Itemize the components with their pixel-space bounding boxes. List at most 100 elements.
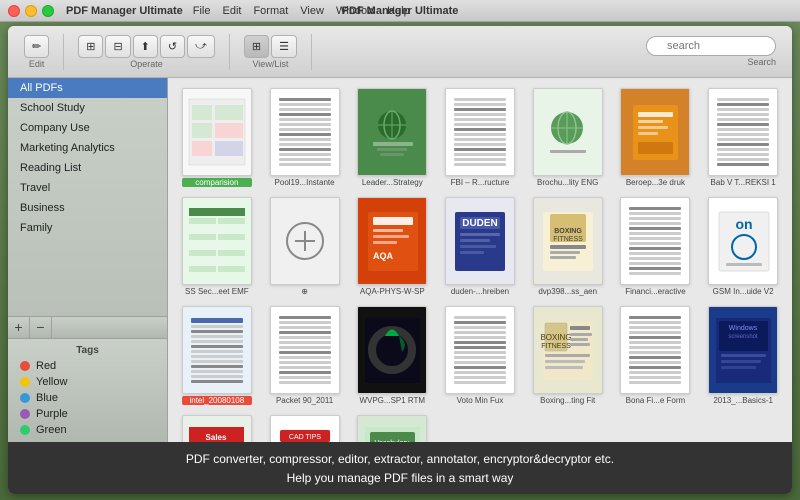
thumb-content bbox=[628, 100, 683, 165]
list-item[interactable]: BOXING FITNESS dvp398...ss_aen bbox=[527, 195, 609, 298]
operate-label: Operate bbox=[130, 59, 163, 69]
sidebar-item-marketing[interactable]: Marketing Analytics bbox=[8, 138, 167, 158]
list-item[interactable]: Sales Sales Represen... bbox=[176, 413, 258, 442]
thumb-content bbox=[275, 92, 335, 172]
list-item[interactable]: Brochu...lity ENG bbox=[527, 86, 609, 189]
list-item[interactable]: intel_20080108 bbox=[176, 304, 258, 407]
list-item[interactable]: Vocabulary Cards csg1vc bbox=[351, 413, 433, 442]
tag-red[interactable]: Red bbox=[8, 358, 167, 374]
sidebar-item-all-pdfs[interactable]: All PDFs bbox=[8, 78, 167, 98]
menu-format[interactable]: Format bbox=[253, 5, 288, 17]
tag-yellow[interactable]: Yellow bbox=[8, 374, 167, 390]
svg-text:screenshot: screenshot bbox=[728, 334, 758, 340]
pdf-thumb bbox=[270, 306, 340, 394]
svg-text:CAD TIPS: CAD TIPS bbox=[289, 434, 321, 441]
svg-text:DUDEN: DUDEN bbox=[463, 218, 499, 229]
op-cols-btn[interactable]: ⊟ bbox=[105, 35, 130, 58]
list-item[interactable]: Pool19...Instante bbox=[264, 86, 346, 189]
sidebar-item-company-use[interactable]: Company Use bbox=[8, 118, 167, 138]
list-item[interactable]: FBI – R...ructure bbox=[439, 86, 521, 189]
pdf-label: dvp398...ss_aen bbox=[533, 287, 603, 296]
pdf-label: comparision bbox=[182, 178, 252, 187]
thumb-content bbox=[540, 100, 595, 165]
pdf-thumb bbox=[357, 306, 427, 394]
view-list-btn[interactable]: ☰ bbox=[271, 35, 297, 58]
bottom-line2: Help you manage PDF files in a smart way bbox=[8, 469, 792, 488]
sidebar-item-travel[interactable]: Travel bbox=[8, 178, 167, 198]
list-item[interactable]: Bona Fi...e Form bbox=[615, 304, 697, 407]
list-item[interactable]: SS Sec...eet EMF bbox=[176, 195, 258, 298]
thumb-content: Vocabulary Cards bbox=[365, 427, 420, 442]
view-grid-btn[interactable]: ⊞ bbox=[244, 35, 269, 58]
sidebar-item-business[interactable]: Business bbox=[8, 198, 167, 218]
pdf-thumb bbox=[445, 306, 515, 394]
thumb-content bbox=[450, 310, 510, 390]
toolbar: ✏ Edit ⊞ ⊟ ⬆ ↺ ⤻ Operate ⊞ ☰ View/List bbox=[8, 26, 792, 78]
list-item[interactable]: comparision bbox=[176, 86, 258, 189]
list-item[interactable]: CAD TIPS pdf_cadtips bbox=[264, 413, 346, 442]
list-item[interactable]: Beroep...3e druk bbox=[615, 86, 697, 189]
pdf-label: Voto Min Fux bbox=[445, 396, 515, 405]
search-label: Search bbox=[747, 57, 776, 67]
pdf-thumb: BOXING FITNESS bbox=[533, 306, 603, 394]
maximize-button[interactable] bbox=[42, 5, 54, 17]
op-refresh-btn[interactable]: ⤻ bbox=[187, 35, 215, 58]
tag-purple[interactable]: Purple bbox=[8, 406, 167, 422]
op-grid-btn[interactable]: ⊞ bbox=[78, 35, 103, 58]
edit-button[interactable]: ✏ bbox=[24, 35, 49, 58]
list-item[interactable]: Financi...eractive bbox=[615, 195, 697, 298]
tag-purple-label: Purple bbox=[36, 408, 68, 420]
svg-text:AQA: AQA bbox=[373, 251, 394, 261]
pdf-label: duden-...hreiben bbox=[445, 287, 515, 296]
list-item[interactable]: AQA AQA-PHYS-W-SP bbox=[351, 195, 433, 298]
tag-yellow-dot bbox=[20, 377, 30, 387]
list-item[interactable]: on GSM In...uide V2 bbox=[702, 195, 784, 298]
add-category-button[interactable]: + bbox=[8, 316, 30, 338]
pdf-label: SS Sec...eet EMF bbox=[182, 287, 252, 296]
toolbar-search-section: 🔍 Search bbox=[318, 36, 784, 67]
list-item[interactable]: WVPG...SP1 RTM bbox=[351, 304, 433, 407]
tags-header: Tags bbox=[8, 343, 167, 358]
tag-blue[interactable]: Blue bbox=[8, 390, 167, 406]
minimize-button[interactable] bbox=[25, 5, 37, 17]
toolbar-sep-2 bbox=[229, 34, 230, 70]
list-item[interactable]: Packet 90_2011 bbox=[264, 304, 346, 407]
list-item[interactable]: Leader...Strategy bbox=[351, 86, 433, 189]
thumb-content: Windows screenshot bbox=[716, 318, 771, 383]
list-item[interactable]: DUDEN duden-...hreiben bbox=[439, 195, 521, 298]
thumb-content bbox=[187, 206, 247, 276]
svg-text:on: on bbox=[735, 216, 752, 232]
pdf-thumb bbox=[270, 88, 340, 176]
tag-blue-label: Blue bbox=[36, 392, 58, 404]
list-item[interactable]: BOXING FITNESS Boxing...ting Fit bbox=[527, 304, 609, 407]
close-button[interactable] bbox=[8, 5, 20, 17]
op-share-btn[interactable]: ⬆ bbox=[133, 35, 158, 58]
pdf-thumb bbox=[533, 88, 603, 176]
search-input[interactable] bbox=[646, 36, 776, 56]
thumb-content bbox=[187, 312, 247, 389]
sidebar: All PDFs School Study Company Use Market… bbox=[8, 78, 168, 442]
sidebar-categories: All PDFs School Study Company Use Market… bbox=[8, 78, 167, 316]
remove-category-button[interactable]: − bbox=[30, 316, 52, 338]
svg-text:FITNESS: FITNESS bbox=[553, 236, 583, 243]
menu-file[interactable]: File bbox=[193, 5, 211, 17]
search-wrapper: 🔍 bbox=[646, 36, 776, 56]
list-item[interactable]: Voto Min Fux bbox=[439, 304, 521, 407]
sidebar-item-reading-list[interactable]: Reading List bbox=[8, 158, 167, 178]
pdf-thumb bbox=[182, 306, 252, 394]
pdf-grid: comparision Pool19...Instante bbox=[168, 78, 792, 442]
menu-edit[interactable]: Edit bbox=[222, 5, 241, 17]
menu-view[interactable]: View bbox=[300, 5, 324, 17]
pdf-thumb bbox=[620, 197, 690, 285]
svg-text:BOXING: BOXING bbox=[541, 333, 572, 342]
thumb-content: BOXING FITNESS bbox=[540, 318, 595, 383]
sidebar-item-family[interactable]: Family bbox=[8, 218, 167, 238]
sidebar-item-school-study[interactable]: School Study bbox=[8, 98, 167, 118]
tag-yellow-label: Yellow bbox=[36, 376, 67, 388]
list-item[interactable]: Windows screenshot 2013_...Basics-1 bbox=[702, 304, 784, 407]
op-rotate-btn[interactable]: ↺ bbox=[160, 35, 185, 58]
list-item[interactable]: ⊕ bbox=[264, 195, 346, 298]
list-item[interactable]: Bab V T...REKSI 1 bbox=[702, 86, 784, 189]
tag-green[interactable]: Green bbox=[8, 422, 167, 438]
pdf-label: ⊕ bbox=[270, 287, 340, 296]
